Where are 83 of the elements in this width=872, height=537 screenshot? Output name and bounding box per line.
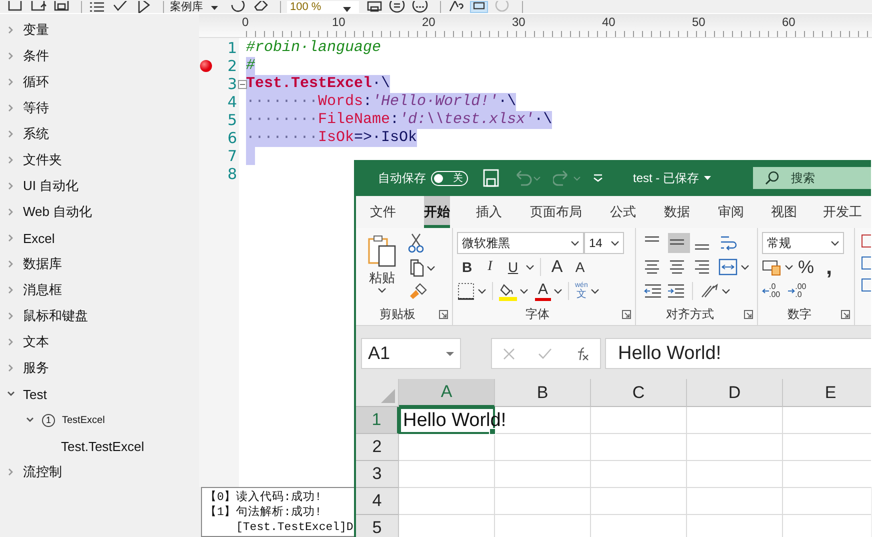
tree-item[interactable]: 1 TestExcel — [0, 407, 199, 433]
search-field[interactable]: 搜索 — [753, 167, 871, 189]
column-header[interactable]: E — [783, 379, 871, 407]
ribbon-tab[interactable]: 插入 — [476, 196, 502, 228]
tree-item[interactable]: 消息框 — [0, 277, 199, 303]
tree-item[interactable]: Test.TestExcel — [0, 433, 199, 459]
tree-item[interactable]: 流控制 — [0, 459, 199, 485]
row-header[interactable]: 3 — [356, 461, 399, 488]
tree-item[interactable]: Web 自动化 — [0, 199, 199, 225]
italic-button[interactable]: I — [480, 256, 500, 278]
line-number: 8 — [226, 165, 237, 183]
row-header[interactable]: 1 — [356, 407, 399, 434]
tree-item[interactable]: Test — [0, 381, 199, 407]
column-header[interactable]: A — [399, 379, 495, 407]
tree-item[interactable]: 等待 — [0, 95, 199, 121]
line-number: 4 — [226, 93, 237, 111]
line-number: 1 — [226, 39, 237, 57]
tree-item[interactable]: 鼠标和键盘 — [0, 303, 199, 329]
ribbon-tab[interactable]: 页面布局 — [530, 196, 582, 228]
row-header[interactable]: 5 — [356, 515, 399, 537]
column-header[interactable]: D — [687, 379, 783, 407]
ruler-number: 10 — [332, 14, 346, 30]
ribbon-tab[interactable]: 数据 — [664, 196, 690, 228]
number-format-combo[interactable]: 常规 — [762, 232, 844, 254]
shrink-font-button[interactable]: A — [570, 256, 590, 278]
code-line: #robin·language — [246, 39, 382, 57]
tree-item[interactable]: Excel — [0, 225, 199, 251]
tree-item[interactable]: UI 自动化 — [0, 173, 199, 199]
ribbon-tab[interactable]: 视图 — [771, 196, 797, 228]
row-header[interactable]: 4 — [356, 488, 399, 515]
ribbon-tab[interactable]: 审阅 — [718, 196, 744, 228]
percent-button[interactable]: % — [796, 256, 816, 278]
group-label: 对齐方式 — [666, 306, 714, 322]
tree-item[interactable]: 循环 — [0, 69, 199, 95]
ribbon-tab[interactable]: 文件 — [370, 196, 396, 228]
ruler-number: 60 — [782, 14, 796, 30]
line-number: 2 — [226, 57, 237, 75]
output-line: 【1】句法解析:成功! — [205, 505, 323, 520]
column-header[interactable]: B — [495, 379, 591, 407]
name-box[interactable]: A1 — [361, 338, 461, 369]
underline-button[interactable]: U — [503, 256, 523, 278]
group-label: 字体 — [526, 306, 550, 322]
autosave-toggle[interactable]: 关 — [431, 170, 468, 186]
library-dropdown[interactable]: 案例库 — [170, 1, 203, 13]
line-number: 5 — [226, 111, 237, 129]
tree-item[interactable]: 文件夹 — [0, 147, 199, 173]
autosave-label: 自动保存 — [378, 170, 426, 186]
ribbon-tab[interactable]: 开发工 — [823, 196, 862, 228]
tree-item[interactable]: 变量 — [0, 17, 199, 43]
increase-decimal-button[interactable]: .0 .00 — [762, 283, 780, 299]
font-name-combo[interactable]: 微软雅黑 — [457, 232, 584, 254]
ruler-number: 20 — [422, 14, 436, 30]
tree-item[interactable]: 条件 — [0, 43, 199, 69]
paste-button[interactable]: 粘贴 — [360, 234, 404, 293]
comma-button[interactable]: , — [819, 256, 839, 278]
ribbon-tab[interactable]: 公式 — [610, 196, 636, 228]
ruler-number: 0 — [242, 14, 250, 30]
grow-font-button[interactable]: A — [547, 256, 567, 278]
tree-item[interactable]: 服务 — [0, 355, 199, 381]
ruler-number: 30 — [512, 14, 526, 30]
step-badge: 1 — [42, 414, 55, 426]
group-label: 数字 — [788, 306, 812, 322]
line-number: 6 — [226, 129, 237, 147]
group-label: 剪贴板 — [380, 306, 416, 322]
document-title: test - 已保存 — [633, 170, 700, 186]
zoom-field[interactable]: 100 % — [287, 1, 359, 13]
line-number: 7 — [226, 147, 237, 165]
tree-item[interactable]: 文本 — [0, 329, 199, 355]
font-size-combo[interactable]: 14 — [584, 232, 624, 254]
line-number: 3 — [226, 75, 237, 93]
ruler-number: 50 — [692, 14, 706, 30]
tree-item[interactable]: 系统 — [0, 121, 199, 147]
tree-item[interactable]: 数据库 — [0, 251, 199, 277]
ruler-number: 40 — [602, 14, 616, 30]
formula-field[interactable]: Hello World! — [605, 338, 871, 369]
bold-button[interactable]: B — [457, 256, 477, 278]
decrease-decimal-button[interactable]: .00 .0 — [788, 283, 806, 299]
row-header[interactable]: 2 — [356, 434, 399, 461]
output-line: [Test.TestExcel]D — [235, 520, 354, 535]
ribbon-tab[interactable]: 开始 — [424, 196, 450, 228]
column-header[interactable]: C — [591, 379, 687, 407]
font-color-button[interactable]: A — [535, 282, 551, 300]
output-line: 【0】读入代码:成功! — [205, 490, 323, 505]
